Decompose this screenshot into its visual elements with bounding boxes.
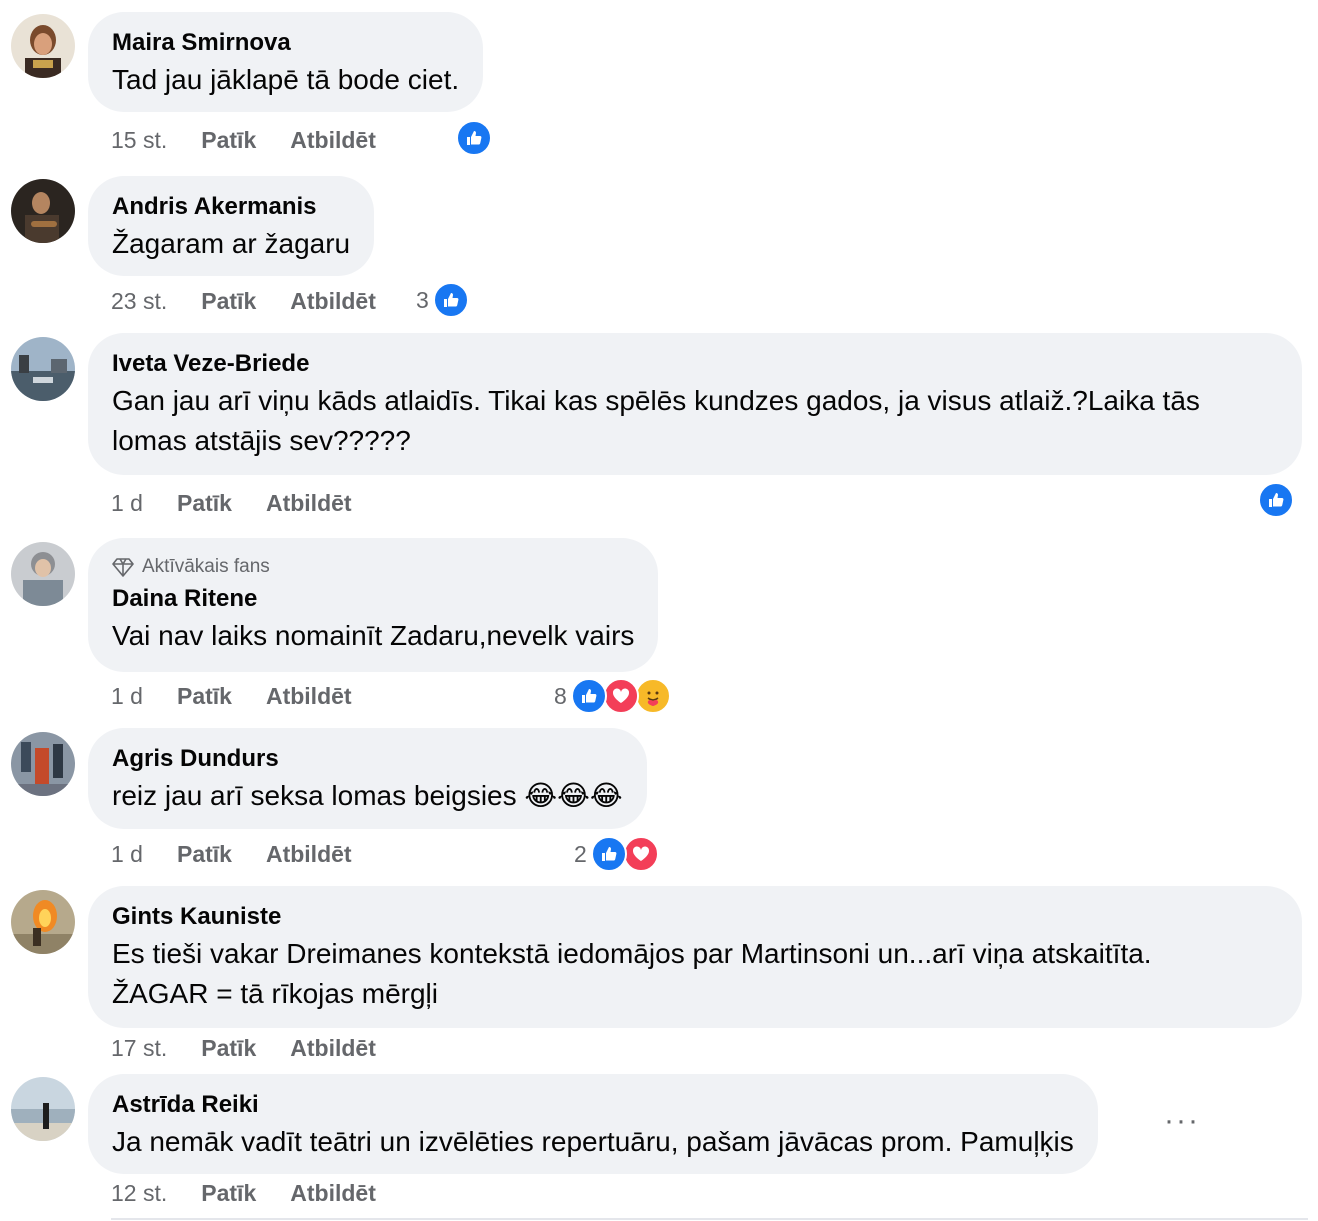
comment-author[interactable]: Daina Ritene [112,582,634,616]
like-button[interactable]: Patīk [177,841,232,868]
comment-text: Ja nemāk vadīt teātri un izvēlēties repe… [112,1126,1074,1157]
comment-bubble: Maira Smirnova Tad jau jāklapē tā bode c… [88,12,484,112]
comment-bubble: Agris Dundurs reiz jau arī seksa lomas b… [88,728,647,829]
reply-button[interactable]: Atbildēt [266,841,352,868]
comment-text: Vai nav laiks nomainīt Zadaru,nevelk vai… [112,620,635,651]
comment-actions: 1 d Patīk Atbildēt [111,841,352,868]
reaction-summary[interactable] [1258,482,1294,518]
comment-author[interactable]: Andris Akermanis [112,190,350,224]
comment-text: Tad jau jāklapē tā bode ciet. [112,64,460,95]
avatar[interactable] [11,542,75,606]
comment-time[interactable]: 1 d [111,490,143,517]
thumbs-up-icon [590,836,627,872]
reaction-summary[interactable] [456,120,492,156]
reaction-summary[interactable]: 8 [554,678,671,714]
reaction-summary[interactable]: 2 [574,836,659,872]
avatar[interactable] [11,337,75,401]
avatar[interactable] [11,732,75,796]
comment-author[interactable]: Agris Dundurs [112,742,623,776]
reply-button[interactable]: Atbildēt [290,1180,376,1207]
badge-label: Aktīvākais fans [142,556,270,577]
avatar[interactable] [11,14,75,78]
comment-time[interactable]: 23 st. [111,288,167,315]
like-button[interactable]: Patīk [201,1180,256,1207]
heart-icon [602,678,639,714]
comment-bubble: Astrīda Reiki Ja nemāk vadīt teātri un i… [88,1074,1098,1174]
comment-actions: 15 st. Patīk Atbildēt [111,127,376,154]
top-fan-badge[interactable]: Aktīvākais fans [112,552,634,582]
comment-bubble: Iveta Veze-Briede Gan jau arī viņu kāds … [88,333,1302,475]
thumbs-up-icon [570,678,607,714]
comment-text: Es tieši vakar Dreimanes kontekstā iedom… [112,938,1152,1009]
comment-actions: 1 d Patīk Atbildēt [111,683,352,710]
comment-bubble: Aktīvākais fans Daina Ritene Vai nav lai… [88,538,659,672]
care-hug-icon [634,678,671,714]
diamond-icon [112,558,134,577]
reaction-count: 8 [554,682,567,709]
heart-icon [622,836,659,872]
comment-text: reiz jau arī seksa lomas beigsies 😂😂😂 [112,780,623,811]
thumbs-up-icon [456,120,492,156]
thumbs-up-icon [1258,482,1294,518]
divider [111,1218,1308,1220]
reaction-summary[interactable]: 3 [416,282,469,318]
comment-author[interactable]: Gints Kauniste [112,900,1278,934]
comment-time[interactable]: 1 d [111,841,143,868]
reply-button[interactable]: Atbildēt [290,1035,376,1062]
avatar[interactable] [11,179,75,243]
reaction-count: 2 [574,840,587,867]
comment-actions: 12 st. Patīk Atbildēt [111,1180,376,1207]
thumbs-up-icon [432,282,469,318]
comment-time[interactable]: 12 st. [111,1180,167,1207]
reaction-count: 3 [416,286,429,313]
comment-author[interactable]: Iveta Veze-Briede [112,347,1278,381]
comment-text: Žagaram ar žagaru [112,228,351,259]
comment-time[interactable]: 17 st. [111,1035,167,1062]
like-button[interactable]: Patīk [201,127,256,154]
comment-text: Gan jau arī viņu kāds atlaidīs. Tikai ka… [112,385,1208,456]
comment-time[interactable]: 15 st. [111,127,167,154]
like-button[interactable]: Patīk [201,288,256,315]
reply-button[interactable]: Atbildēt [266,683,352,710]
reply-button[interactable]: Atbildēt [266,490,352,517]
avatar[interactable] [11,1077,75,1141]
reply-button[interactable]: Atbildēt [290,288,376,315]
like-button[interactable]: Patīk [201,1035,256,1062]
comment-author[interactable]: Astrīda Reiki [112,1088,1074,1122]
avatar[interactable] [11,890,75,954]
comment-actions: 1 d Patīk Atbildēt [111,490,352,517]
comment-time[interactable]: 1 d [111,683,143,710]
comment-bubble: Andris Akermanis Žagaram ar žagaru [88,176,375,276]
reply-button[interactable]: Atbildēt [290,127,376,154]
comment-actions: 23 st. Patīk Atbildēt [111,288,376,315]
comment-bubble: Gints Kauniste Es tieši vakar Dreimanes … [88,886,1302,1028]
like-button[interactable]: Patīk [177,490,232,517]
comment-author[interactable]: Maira Smirnova [112,26,459,60]
comment-actions: 17 st. Patīk Atbildēt [111,1035,376,1062]
more-dots-icon[interactable]: ··· [1164,1104,1200,1138]
like-button[interactable]: Patīk [177,683,232,710]
